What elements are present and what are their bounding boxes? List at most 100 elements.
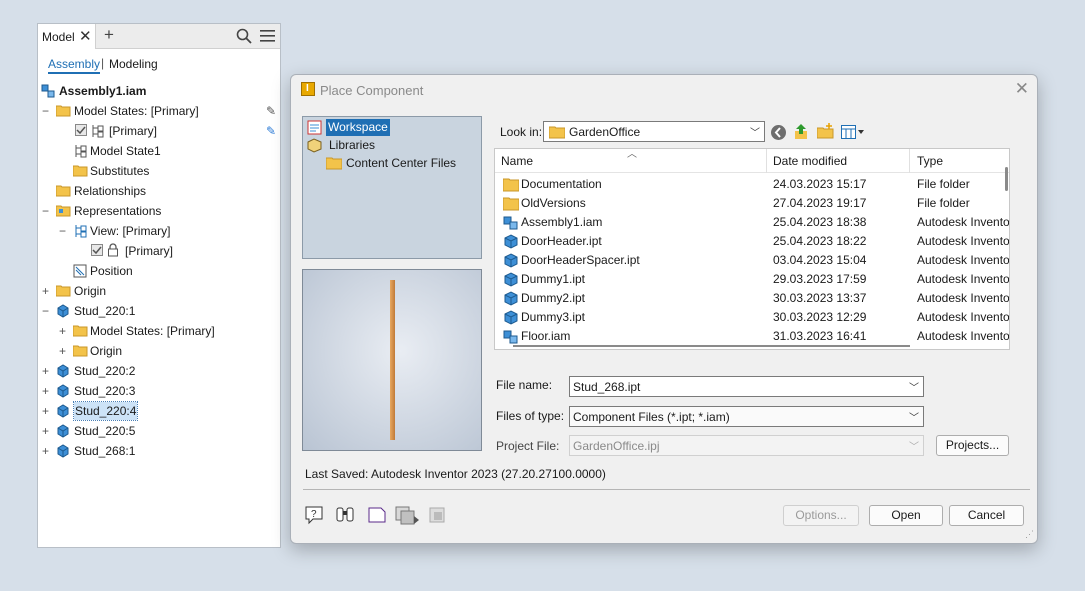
part-icon [57,424,69,438]
file-row[interactable]: Documentation 24.03.2023 15:17 File folder [495,175,1009,194]
file-row[interactable]: DoorHeaderSpacer.ipt 03.04.2023 15:04 Auto… [495,251,1009,270]
folder-icon [549,126,565,139]
folder-icon [56,185,71,197]
edit-pencil-icon[interactable]: ✎ [266,122,276,140]
expand-icon[interactable]: + [58,342,67,360]
file-type-select[interactable]: Component Files (*.ipt; *.iam) ﹀ [569,406,924,427]
project-file-value: GardenOffice.ipj [573,439,660,453]
up-folder-icon[interactable] [793,123,809,140]
file-type-cell: Autodesk Invento [917,291,1010,305]
file-row[interactable]: Assembly1.iam 25.04.2023 18:38 Autodesk In… [495,213,1009,232]
project-file-label: Project File: [496,439,560,453]
look-in-value: GardenOffice [569,125,641,139]
tab-model[interactable]: Model ✕ [38,24,96,49]
column-divider [909,149,910,173]
tree-item-label: Relationships [74,184,147,198]
cancel-button[interactable]: Cancel [949,505,1024,526]
tree-item-label-selected: Stud_220:4 [72,401,139,421]
expand-icon[interactable]: + [41,282,50,300]
edit-pencil-icon[interactable]: ✎ [266,102,276,120]
view-menu-icon[interactable] [841,125,865,139]
help-icon[interactable]: ? [303,504,325,526]
file-type-cell: Autodesk Invento [917,253,1010,267]
expand-icon[interactable]: + [41,402,50,420]
close-icon[interactable]: ✕ [79,27,92,45]
file-type-label: Files of type: [496,409,565,423]
dialog-titlebar[interactable]: I Place Component ✕ [291,75,1037,105]
file-type-cell: Autodesk Invento [917,310,1010,324]
search-icon[interactable] [236,28,252,44]
file-row[interactable]: Dummy3.ipt 30.03.2023 12:29 Autodesk Inven… [495,308,1009,327]
column-header-type[interactable]: Type [917,154,943,168]
file-type-cell: File folder [917,196,970,210]
part-file-icon [504,234,518,249]
menu-icon[interactable] [260,29,275,42]
file-name-cell: DoorHeaderSpacer.ipt [521,253,640,267]
column-header-name[interactable]: Name [501,154,533,168]
assembly-file-icon [503,216,518,230]
checkbox-icon [75,124,87,136]
project-file-select: GardenOffice.ipj ﹀ [569,435,924,456]
file-type-cell: File folder [917,177,970,191]
part-icon [57,304,69,318]
open-button[interactable]: Open [869,505,943,526]
add-tab-icon[interactable]: + [104,25,114,45]
column-divider [766,149,767,173]
tree-item-label: Representations [74,204,162,218]
file-date-cell: 03.04.2023 15:04 [773,253,867,267]
frame-generator-icon[interactable] [427,504,449,526]
close-icon[interactable]: ✕ [1015,79,1029,99]
part-icon [57,444,69,458]
file-row[interactable]: Dummy1.ipt 29.03.2023 17:59 Autodesk Inven… [495,270,1009,289]
file-date-cell: 25.04.2023 18:22 [773,234,867,248]
collapse-icon[interactable]: − [41,202,50,220]
part-icon [57,404,69,418]
tree-item-label: Stud_220:1 [74,304,136,318]
tree-item-model-states[interactable]: − Model States: [Primary] ✎ [38,102,278,120]
look-in-combo[interactable]: GardenOffice ﹀ [543,121,765,142]
resize-grip-icon[interactable]: ⋰ [1025,529,1034,540]
expand-icon[interactable]: + [41,362,50,380]
horizontal-scrollbar[interactable] [513,345,910,347]
expand-icon[interactable]: + [58,322,67,340]
copy-files-icon[interactable] [394,504,420,526]
subtab-assembly[interactable]: Assembly [48,57,101,74]
expand-icon[interactable]: + [41,382,50,400]
workspace-icon [307,120,322,135]
subtab-modeling[interactable]: Modeling [109,57,158,71]
tree-item-primary-state[interactable]: [Primary] ✎ [38,122,278,140]
file-name-cell: DoorHeader.ipt [521,234,602,248]
chevron-down-icon[interactable]: ﹀ [909,379,919,394]
collapse-icon[interactable]: − [41,302,50,320]
expand-icon[interactable]: + [41,442,50,460]
lock-icon [108,243,118,257]
file-row[interactable]: OldVersions 27.04.2023 19:17 File folder [495,194,1009,213]
column-header-date[interactable]: Date modified [773,154,847,168]
file-row[interactable]: Dummy2.ipt 30.03.2023 13:37 Autodesk Inven… [495,289,1009,308]
vertical-scrollbar[interactable] [1005,167,1008,191]
file-properties-icon[interactable] [366,504,388,526]
new-folder-icon[interactable] [817,123,834,139]
options-button[interactable]: Options... [783,505,859,526]
checkbox-icon [91,244,103,256]
file-type-cell: Autodesk Invento [917,234,1010,248]
collapse-icon[interactable]: − [58,222,67,240]
back-icon[interactable] [770,124,787,141]
folder-icon [326,157,342,170]
folder-icon [503,197,519,211]
chevron-down-icon: ﹀ [909,413,919,424]
find-binoculars-icon[interactable] [334,504,356,526]
collapse-icon[interactable]: − [41,102,50,120]
tree-item-label: Stud_220:5 [74,424,136,438]
tree-item-label: Origin [74,284,107,298]
file-row[interactable]: DoorHeader.ipt 25.04.2023 18:22 Autodesk I… [495,232,1009,251]
file-row[interactable]: Floor.iam 31.03.2023 16:41 Autodesk Invent… [495,327,1009,346]
file-list-header: Name ︿ Date modified Type [495,149,1009,173]
file-date-cell: 25.04.2023 18:38 [773,215,867,229]
projects-button[interactable]: Projects... [936,435,1009,456]
folder-icon [56,285,71,297]
tree-item-label: Origin [90,344,123,358]
file-name-field[interactable]: Stud_268.ipt ﹀ [569,376,924,397]
tree-item-label: View: [Primary] [90,224,171,238]
expand-icon[interactable]: + [41,422,50,440]
